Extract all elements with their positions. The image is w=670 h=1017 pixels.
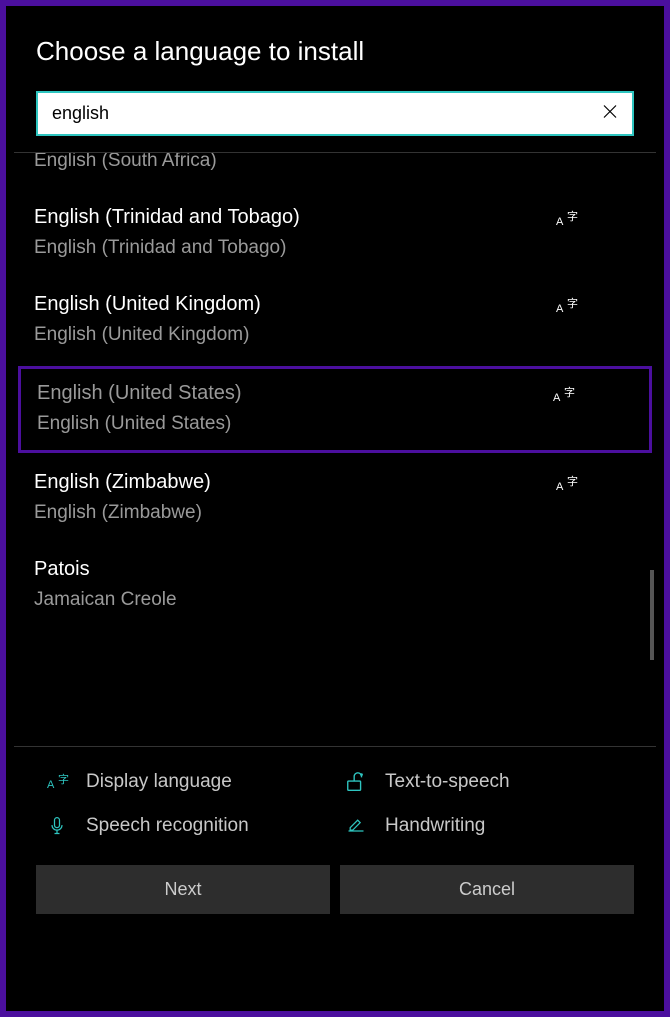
language-secondary-label: Jamaican Creole xyxy=(34,589,636,611)
language-text: English (Zimbabwe) English (Zimbabwe) xyxy=(34,471,556,524)
language-item-south-africa[interactable]: English (South Africa) English (South Af… xyxy=(14,152,656,190)
language-text: English (South Africa) English (South Af… xyxy=(34,152,556,172)
language-secondary-label: English (South Africa) xyxy=(34,152,556,172)
language-secondary-label: English (United States) xyxy=(37,413,553,435)
display-language-icon xyxy=(556,475,576,497)
feature-label: Text-to-speech xyxy=(385,771,510,793)
text-to-speech-icon xyxy=(345,771,367,793)
language-item-uk[interactable]: English (United Kingdom) English (United… xyxy=(14,277,656,364)
feature-label: Handwriting xyxy=(385,815,485,837)
next-button[interactable]: Next xyxy=(36,865,330,914)
microphone-icon xyxy=(46,815,68,837)
language-primary-label: English (United States) xyxy=(37,382,553,405)
language-primary-label: English (Trinidad and Tobago) xyxy=(34,206,556,229)
dialog-header: Choose a language to install xyxy=(6,6,664,152)
display-language-icon xyxy=(556,297,576,319)
feature-label: Display language xyxy=(86,771,232,793)
display-language-icon xyxy=(556,210,576,232)
feature-display-language: Display language xyxy=(46,771,325,793)
feature-speech-recognition: Speech recognition xyxy=(46,815,325,837)
language-text: English (United States) English (United … xyxy=(37,382,553,435)
feature-legend: Display language Text-to-speech Speech r… xyxy=(6,747,664,857)
search-field-wrapper xyxy=(36,91,634,136)
dialog-title: Choose a language to install xyxy=(36,36,634,67)
language-text: English (Trinidad and Tobago) English (T… xyxy=(34,206,556,259)
language-primary-label: English (United Kingdom) xyxy=(34,293,556,316)
language-item-zimbabwe[interactable]: English (Zimbabwe) English (Zimbabwe) xyxy=(14,455,656,542)
display-language-icon xyxy=(553,386,573,408)
language-primary-label: English (Zimbabwe) xyxy=(34,471,556,494)
language-list[interactable]: English (South Africa) English (South Af… xyxy=(14,152,656,747)
language-primary-label: Patois xyxy=(34,558,636,581)
feature-text-to-speech: Text-to-speech xyxy=(345,771,624,793)
clear-search-icon[interactable] xyxy=(602,103,618,124)
scrollbar-thumb[interactable] xyxy=(650,570,654,660)
language-item-trinidad[interactable]: English (Trinidad and Tobago) English (T… xyxy=(14,190,656,277)
feature-handwriting: Handwriting xyxy=(345,815,624,837)
handwriting-icon xyxy=(345,815,367,837)
language-text: English (United Kingdom) English (United… xyxy=(34,293,556,346)
language-secondary-label: English (Zimbabwe) xyxy=(34,502,556,524)
language-item-us[interactable]: English (United States) English (United … xyxy=(18,366,652,453)
display-language-icon xyxy=(46,771,68,793)
search-input[interactable] xyxy=(38,93,632,134)
language-secondary-label: English (United Kingdom) xyxy=(34,324,556,346)
language-secondary-label: English (Trinidad and Tobago) xyxy=(34,237,556,259)
feature-label: Speech recognition xyxy=(86,815,249,837)
language-text: Patois Jamaican Creole xyxy=(34,558,636,611)
dialog-button-row: Next Cancel xyxy=(6,857,664,934)
cancel-button[interactable]: Cancel xyxy=(340,865,634,914)
language-item-patois[interactable]: Patois Jamaican Creole xyxy=(14,542,656,629)
